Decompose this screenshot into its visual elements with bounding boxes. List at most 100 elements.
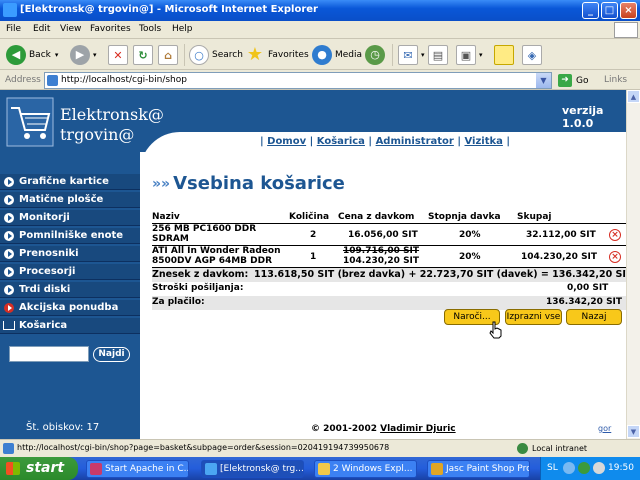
author-link[interactable]: Vladimir Djuric <box>380 424 456 434</box>
taskbar-item-explorer[interactable]: 2 Windows Expl... <box>314 460 417 478</box>
star-icon: ★ <box>246 44 264 65</box>
forward-button[interactable]: ▶ ▾ <box>70 44 97 66</box>
toolbar: ◀ Back ▾ ▶ ▾ ✕ ↻ ⌂ ○ Search ★ Favorites … <box>0 40 640 70</box>
brand-title: Elektronsk@ trgovin@ <box>60 105 164 145</box>
sidebar-item-procesorji[interactable]: Procesorji <box>0 264 140 280</box>
item-price: 16.056,00 SIT <box>348 230 418 240</box>
cart-icon <box>3 321 15 330</box>
media-button[interactable]: ● Media <box>312 44 362 66</box>
sidebar-item-maticne-plosce[interactable]: Matične plošče <box>0 192 140 208</box>
windows-flag-icon <box>6 462 20 475</box>
version-label: verzija 1.0.0 <box>562 104 604 130</box>
sidebar-item-trdi-diski[interactable]: Trdi diski <box>0 282 140 298</box>
mail-dropdown-icon[interactable]: ▾ <box>421 51 425 59</box>
taskbar: start Start Apache in C... [Elektronsk@ … <box>0 457 640 480</box>
sidebar-item-monitorji[interactable]: Monitorji <box>0 210 140 226</box>
clock: 19:50 <box>608 463 634 473</box>
menu-bar: File Edit View Favorites Tools Help <box>0 21 640 39</box>
sidebar-item-label: Prenosniki <box>19 248 79 259</box>
language-indicator[interactable]: SL <box>547 463 558 473</box>
go-button[interactable]: ➜ Go <box>558 74 588 87</box>
favorites-button[interactable]: ★ Favorites <box>245 44 309 66</box>
menu-file[interactable]: File <box>6 24 21 34</box>
vertical-scrollbar[interactable]: ▲ ▼ <box>626 90 640 439</box>
refresh-button[interactable]: ↻ <box>133 44 156 66</box>
menu-tools[interactable]: Tools <box>139 24 161 34</box>
search-icon: ○ <box>189 45 209 65</box>
forward-dropdown-icon[interactable]: ▾ <box>93 51 97 59</box>
najdi-button[interactable]: Najdi <box>93 347 130 362</box>
title-bar: [Elektronsk@ trgovin@] - Microsoft Inter… <box>0 0 640 21</box>
cart-heading: Vsebina košarice <box>173 173 345 194</box>
edit-button[interactable]: ▣ ▾ <box>456 44 483 66</box>
media-label: Media <box>335 50 363 60</box>
minimize-button[interactable]: _ <box>582 2 599 19</box>
links-button[interactable]: Links <box>604 75 627 85</box>
print-button[interactable]: ▤ <box>428 44 451 66</box>
sidebar-item-label: Matične plošče <box>19 194 104 205</box>
discuss-button[interactable]: ◈ <box>522 44 545 66</box>
taskbar-item-ie[interactable]: [Elektronsk@ trg... <box>201 460 304 478</box>
taskbar-item-paintshop[interactable]: Jasc Paint Shop Pro <box>427 460 530 478</box>
maximize-button[interactable]: □ <box>601 2 618 19</box>
search-input[interactable] <box>9 346 89 362</box>
sidebar-item-prenosniki[interactable]: Prenosniki <box>0 246 140 262</box>
sidebar-item-kosarica[interactable]: Košarica <box>0 318 140 334</box>
goto-top-link[interactable]: gor <box>598 424 611 433</box>
stop-button[interactable]: ✕ <box>108 44 131 66</box>
hand-cursor-icon <box>489 321 502 339</box>
sidebar-item-label: Procesorji <box>19 266 76 277</box>
summary-label: Znesek z davkom: <box>152 269 249 280</box>
address-dropdown-icon[interactable]: ▼ <box>536 73 551 88</box>
home-button[interactable]: ⌂ <box>158 44 181 66</box>
edit-dropdown-icon[interactable]: ▾ <box>479 51 483 59</box>
tray-icon[interactable] <box>578 462 590 474</box>
note-icon <box>494 45 514 65</box>
discuss-icon: ◈ <box>522 45 542 65</box>
menu-view[interactable]: View <box>60 24 81 34</box>
address-url[interactable]: http://localhost/cgi-bin/shop <box>61 75 187 85</box>
remove-item-icon[interactable]: × <box>609 251 621 263</box>
nav-vizitka[interactable]: Vizitka <box>464 136 502 147</box>
arrow-bullet-icon <box>4 195 14 205</box>
remove-item-icon[interactable]: × <box>609 229 621 241</box>
home-icon: ⌂ <box>158 45 178 65</box>
close-button[interactable]: × <box>620 2 637 19</box>
mail-icon: ✉ <box>398 45 418 65</box>
back-to-shop-button[interactable]: Nazaj <box>566 309 622 325</box>
tray-icon[interactable] <box>593 462 605 474</box>
notes-button[interactable] <box>494 44 517 66</box>
col-cena: Cena z davkom <box>338 212 415 222</box>
item-name-line1: 256 MB PC1600 DDR <box>152 224 257 234</box>
scroll-down-icon[interactable]: ▼ <box>627 425 640 438</box>
shipping-value: 0,00 SIT <box>567 283 609 293</box>
back-dropdown-icon[interactable]: ▾ <box>55 51 59 59</box>
menu-favorites[interactable]: Favorites <box>90 24 131 34</box>
sidebar-item-graficne-kartice[interactable]: Grafične kartice <box>0 174 140 190</box>
favorites-label: Favorites <box>268 50 309 60</box>
col-stopnja: Stopnja davka <box>428 212 501 222</box>
window-title: [Elektronsk@ trgovin@] - Microsoft Inter… <box>20 4 318 15</box>
footer: © 2001-2002 Vladimir Djuric <box>311 424 456 434</box>
sidebar-item-akcijska-ponudba[interactable]: Akcijska ponudba <box>0 300 140 316</box>
menu-help[interactable]: Help <box>172 24 193 34</box>
col-naziv: Naziv <box>152 212 180 222</box>
scroll-up-icon[interactable]: ▲ <box>627 90 640 103</box>
nav-kosarica[interactable]: Košarica <box>317 136 365 147</box>
mail-button[interactable]: ✉ ▾ <box>398 44 425 66</box>
menu-edit[interactable]: Edit <box>33 24 50 34</box>
tray-icon[interactable] <box>563 462 575 474</box>
status-bar: http://localhost/cgi-bin/shop?page=baske… <box>0 439 640 457</box>
nav-administrator[interactable]: Administrator <box>376 136 454 147</box>
back-button[interactable]: ◀ Back ▾ <box>6 44 58 66</box>
empty-cart-button[interactable]: Izprazni vse <box>505 309 562 325</box>
nav-domov[interactable]: Domov <box>267 136 306 147</box>
address-input[interactable]: http://localhost/cgi-bin/shop ▼ <box>44 72 552 89</box>
start-button[interactable]: start <box>0 457 78 480</box>
search-button[interactable]: ○ Search <box>189 44 243 66</box>
shopping-cart-logo-icon <box>6 97 54 147</box>
taskbar-item-apache[interactable]: Start Apache in C... <box>86 460 189 478</box>
arrow-bullet-icon <box>4 231 14 241</box>
sidebar-item-pomnilniske-enote[interactable]: Pomnilniške enote <box>0 228 140 244</box>
history-button[interactable]: ◷ <box>365 44 388 66</box>
